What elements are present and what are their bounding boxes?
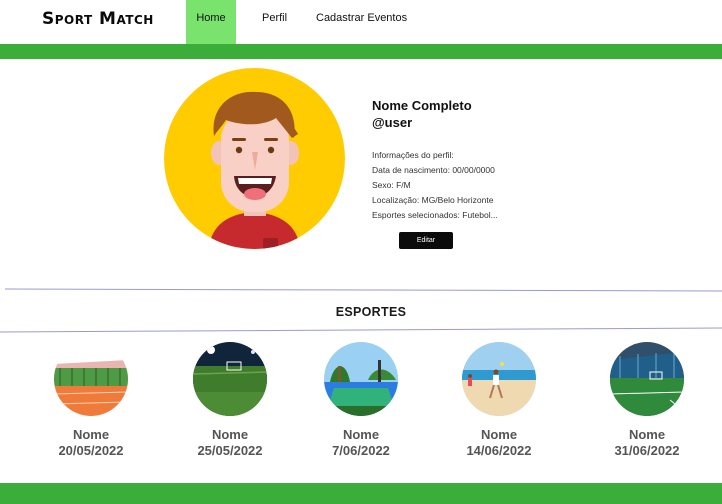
user-avatar: [164, 68, 345, 249]
profile-birthdate: Data de nascimento: 00/00/0000: [372, 165, 495, 175]
sport-date: 31/06/2022: [614, 443, 680, 458]
sport-date: 7/06/2022: [332, 443, 390, 458]
profile-name: Nome Completo: [372, 98, 472, 113]
sport-date: 20/05/2022: [58, 443, 124, 458]
cartoon-boy-icon: [164, 68, 345, 249]
navbar: Sport Match Home Perfil Cadastrar Evento…: [0, 0, 722, 44]
sport-date: 14/06/2022: [466, 443, 532, 458]
nav-home[interactable]: Home: [186, 0, 236, 44]
brand-logo[interactable]: Sport Match: [42, 9, 154, 29]
nav-cadastrar-eventos[interactable]: Cadastrar Eventos: [316, 0, 407, 44]
basketball-court-icon: [324, 342, 398, 416]
profile-location: Localização: MG/Belo Horizonte: [372, 195, 494, 205]
sport-card[interactable]: Nome 25/05/2022: [170, 342, 290, 462]
sports-section-title: ESPORTES: [335, 305, 407, 319]
profile-sports: Esportes selecionados: Futebol...: [372, 210, 498, 220]
soccer-field-night-icon: [193, 342, 267, 416]
beach-volleyball-icon: [462, 342, 536, 416]
sport-name: Nome: [72, 427, 110, 442]
profile-username: @user: [372, 115, 413, 130]
edit-profile-button[interactable]: Editar: [399, 232, 453, 249]
sport-name: Nome: [480, 427, 518, 442]
sport-date: 25/05/2022: [197, 443, 263, 458]
sport-name: Nome: [628, 427, 666, 442]
tennis-court-icon: [54, 342, 128, 416]
nav-perfil[interactable]: Perfil: [262, 0, 287, 44]
sport-card[interactable]: Nome 14/06/2022: [439, 342, 559, 462]
indoor-soccer-icon: [610, 342, 684, 416]
sport-card[interactable]: Nome 7/06/2022: [301, 342, 421, 462]
profile-sex: Sexo: F/M: [372, 180, 411, 190]
profile-info-heading: Informações do perfil:: [372, 150, 454, 160]
sport-card[interactable]: Nome 20/05/2022: [31, 342, 151, 462]
sport-name: Nome: [211, 427, 249, 442]
header-green-band: [0, 44, 722, 59]
sport-name: Nome: [342, 427, 380, 442]
footer-green-band: [0, 483, 722, 504]
sport-card[interactable]: Nome 31/06/2022: [587, 342, 707, 462]
